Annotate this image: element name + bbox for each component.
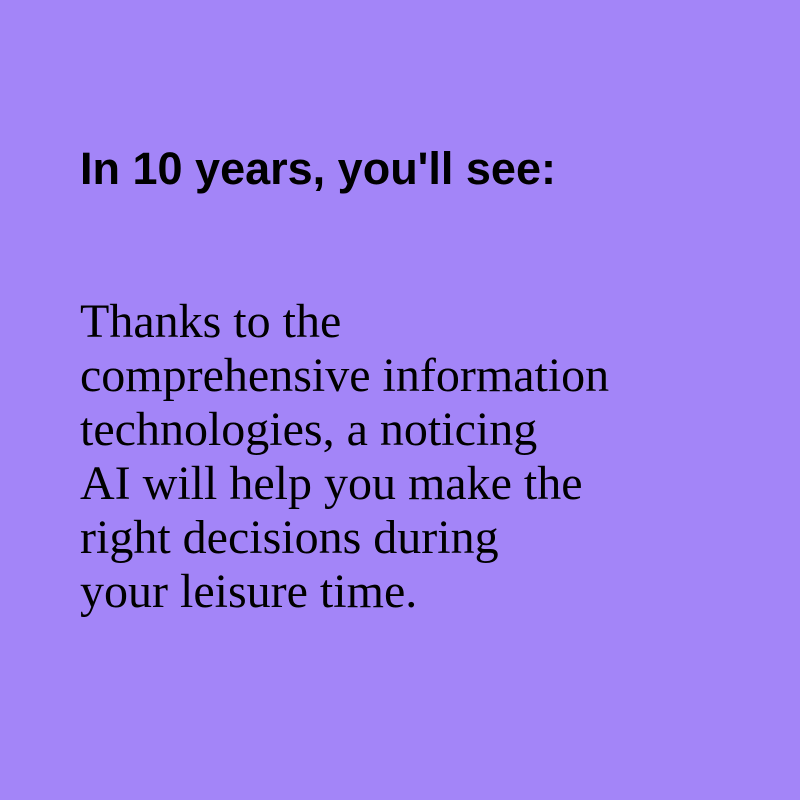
heading: In 10 years, you'll see: — [80, 143, 556, 194]
body-line: comprehensive information — [80, 349, 610, 402]
body-text: Thanks to the comprehensive information … — [80, 295, 760, 619]
body-line: your leisure time. — [80, 565, 418, 618]
body-line: technologies, a noticing — [80, 403, 538, 456]
body-line: AI will help you make the — [80, 457, 583, 510]
body-line: right decisions during — [80, 511, 499, 564]
announcement-card: In 10 years, you'll see: Thanks to the c… — [0, 0, 800, 800]
body-line: Thanks to the — [80, 295, 342, 348]
